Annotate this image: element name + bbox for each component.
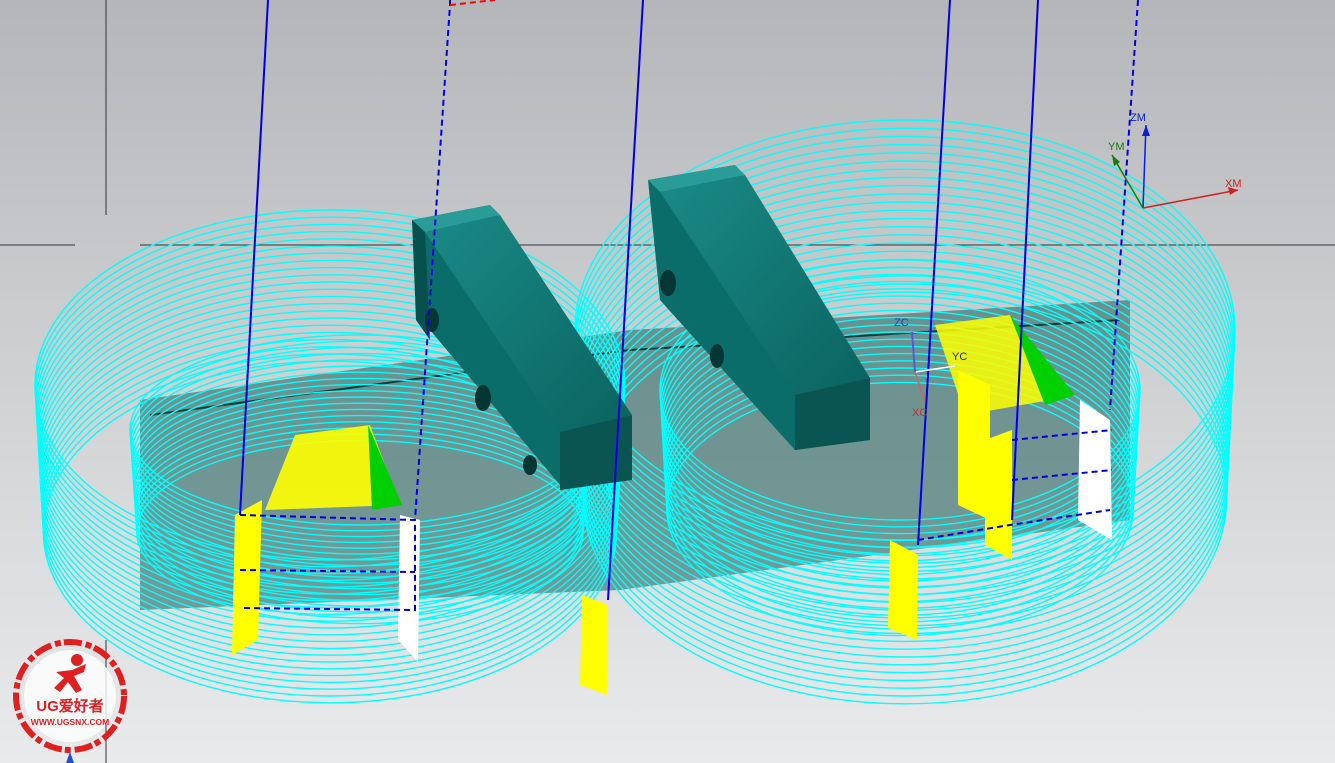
toolpath-scene[interactable]: XM YM ZM ZC YC XC UG爱好者 WWW.UGSNX.COM <box>0 0 1335 763</box>
wcs-x-label: XM <box>1225 178 1242 190</box>
bolt-hole <box>475 385 491 411</box>
csys-z-label: ZC <box>894 317 909 329</box>
watermark-url: WWW.UGSNX.COM <box>31 717 109 727</box>
graphics-window[interactable]: XM YM ZM ZC YC XC UG爱好者 WWW.UGSNX.COM <box>0 0 1335 763</box>
origin-marker-icon <box>66 752 74 763</box>
bolt-hole <box>660 270 676 296</box>
wcs-y-label: YM <box>1108 141 1125 153</box>
ug-watermark-logo: UG爱好者 WWW.UGSNX.COM <box>13 639 127 753</box>
csys-x-label: XC <box>912 407 927 419</box>
bolt-hole <box>425 308 439 332</box>
bolt-hole <box>710 344 724 368</box>
csys-y-label: YC <box>952 351 967 363</box>
bolt-hole <box>523 455 537 475</box>
watermark-title: UG爱好者 <box>36 697 104 715</box>
wcs-z-label: ZM <box>1130 112 1146 124</box>
